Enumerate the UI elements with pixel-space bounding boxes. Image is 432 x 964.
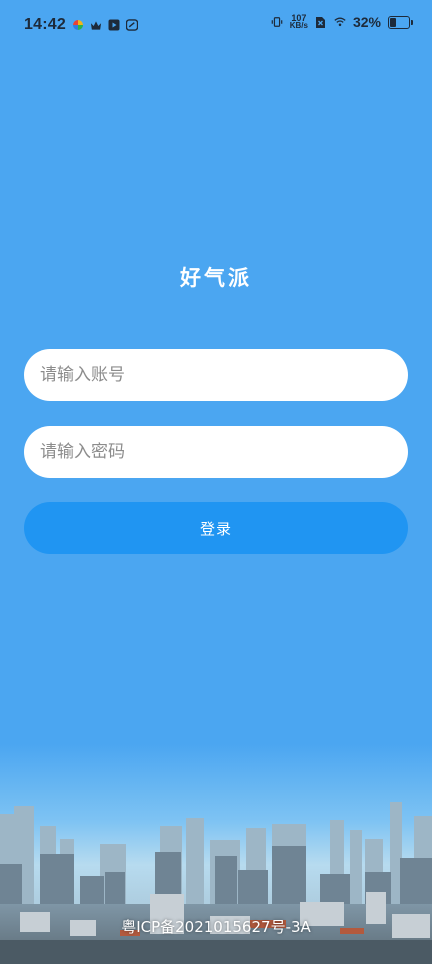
login-button[interactable]: 登录	[24, 502, 408, 554]
sim-off-icon	[315, 16, 327, 28]
vibrate-icon	[271, 16, 283, 28]
battery-fill	[390, 17, 396, 27]
account-input[interactable]	[24, 349, 408, 401]
wifi-icon	[334, 16, 346, 28]
app-title: 好气派	[180, 266, 252, 290]
net-speed: 107 KB/s	[290, 14, 308, 30]
icp-license[interactable]: 粤ICP备2021015627号-3A	[0, 916, 432, 937]
clock: 14:42	[24, 16, 66, 33]
video-icon	[108, 19, 120, 31]
crown-icon	[90, 19, 102, 31]
password-input[interactable]	[24, 426, 408, 478]
battery-icon	[388, 15, 413, 29]
net-speed-unit: KB/s	[289, 21, 308, 30]
status-right: 107 KB/s 32%	[271, 14, 413, 30]
colorful-app-icon	[72, 19, 84, 31]
battery-percent: 32%	[352, 14, 381, 30]
sync-icon	[125, 19, 138, 31]
status-left: 14:42	[24, 16, 138, 34]
status-bar: 14:42 107 KB/s 32%	[0, 0, 432, 52]
